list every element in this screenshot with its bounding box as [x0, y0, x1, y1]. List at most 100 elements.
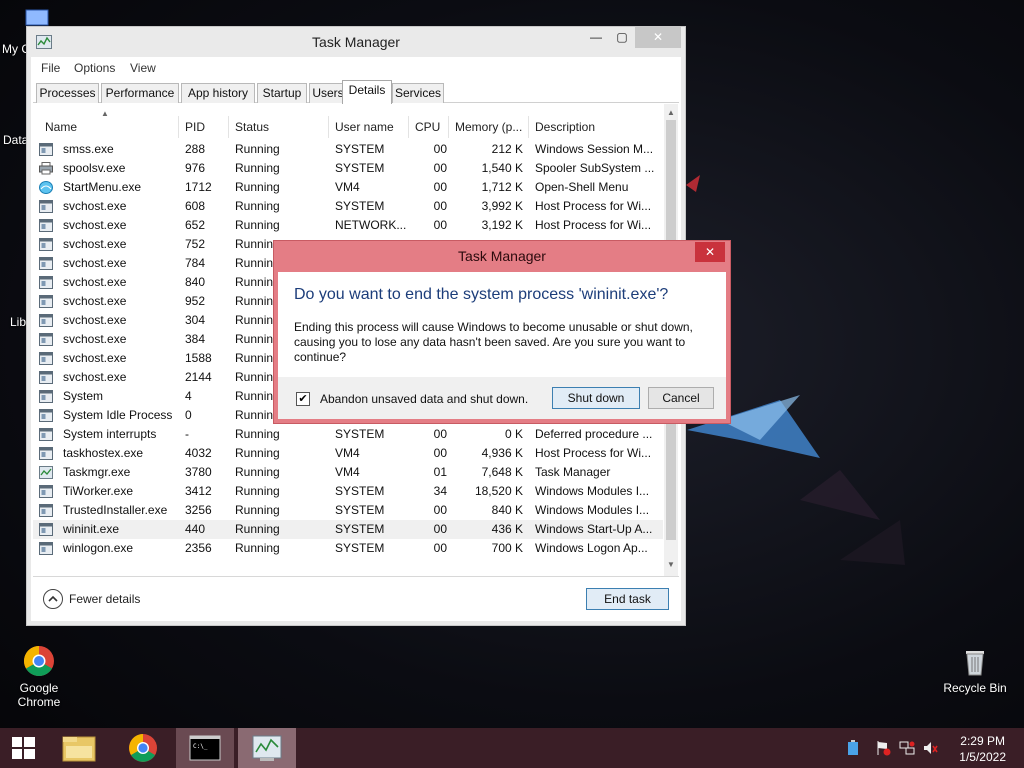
taskbar-command-prompt[interactable]: C:\_ — [176, 728, 234, 768]
cell-mem: 1,540 K — [481, 161, 523, 175]
cell-pid: 4032 — [185, 446, 212, 460]
cell-name: svchost.exe — [63, 313, 127, 327]
cell-status: Running — [235, 484, 280, 498]
title-bar[interactable]: Task Manager — ▢ ✕ — [27, 27, 685, 57]
taskbar-file-explorer[interactable] — [52, 728, 106, 768]
scroll-up-icon[interactable]: ▲ — [667, 108, 675, 117]
cell-mem: 212 K — [491, 142, 523, 156]
cell-name: svchost.exe — [63, 275, 127, 289]
cell-pid: 840 — [185, 275, 206, 289]
end-task-button[interactable]: End task — [586, 588, 669, 610]
menu-view[interactable]: View — [130, 61, 156, 75]
process-window-icon — [39, 238, 53, 251]
table-row[interactable]: taskhostex.exe 4032 Running VM4 00 4,936 K Hos… — [33, 444, 663, 463]
start-button[interactable] — [0, 728, 48, 768]
column-header-cpu[interactable]: CPU — [409, 116, 449, 138]
table-row[interactable]: winlogon.exe 2356 Running SYSTEM 00 700 K Wind… — [33, 539, 663, 558]
column-header-description[interactable]: Description — [529, 116, 663, 138]
cell-status: Running — [235, 142, 280, 156]
table-row[interactable]: StartMenu.exe 1712 Running VM4 00 1,712 K Open… — [33, 178, 663, 197]
clock-date: 1/5/2022 — [959, 750, 1006, 764]
chrome-icon — [23, 646, 54, 677]
end-process-dialog: Task Manager ✕ Do you want to end the sy… — [273, 240, 731, 424]
chevron-up-icon — [43, 589, 63, 609]
cancel-button[interactable]: Cancel — [648, 387, 714, 409]
table-row[interactable]: smss.exe 288 Running SYSTEM 00 212 K Windows S… — [33, 140, 663, 159]
cell-user: SYSTEM — [335, 199, 385, 213]
system-clock[interactable]: 2:29 PM 1/5/2022 — [959, 733, 1006, 765]
cell-pid: 1712 — [185, 180, 212, 194]
desktop-icon-chrome[interactable]: Google Chrome — [10, 645, 68, 709]
action-center-flag-icon[interactable] — [875, 740, 891, 756]
column-header-name[interactable]: Name — [39, 116, 179, 138]
cell-status: Running — [235, 161, 280, 175]
svg-text:C:\_: C:\_ — [193, 743, 208, 750]
table-row[interactable]: System interrupts - Running SYSTEM 00 0 K Defe… — [33, 425, 663, 444]
column-header-user[interactable]: User name — [329, 116, 409, 138]
process-window-icon — [39, 314, 53, 327]
taskbar-chrome[interactable] — [114, 728, 172, 768]
cell-name: TiWorker.exe — [63, 484, 134, 498]
cell-pid: 440 — [185, 522, 206, 536]
table-row[interactable]: svchost.exe 608 Running SYSTEM 00 3,992 K Host… — [33, 197, 663, 216]
cell-mem: 700 K — [491, 541, 523, 555]
table-row[interactable]: TrustedInstaller.exe 3256 Running SYSTEM 00 8… — [33, 501, 663, 520]
cell-name: Taskmgr.exe — [63, 465, 131, 479]
desktop-icon-recycle-bin[interactable]: Recycle Bin — [940, 645, 1010, 695]
taskbar-task-manager[interactable] — [238, 728, 296, 768]
footer-bar: Fewer details End task — [33, 576, 679, 621]
cell-desc: Windows Modules I... — [535, 484, 650, 498]
tab-processes[interactable]: Processes — [36, 83, 99, 103]
chrome-taskbar-icon — [129, 734, 157, 762]
abandon-data-checkbox[interactable]: ✔ — [296, 392, 310, 406]
cell-user: SYSTEM — [335, 522, 385, 536]
cell-user: SYSTEM — [335, 142, 385, 156]
tab-services[interactable]: Services — [392, 83, 444, 103]
table-row[interactable]: Taskmgr.exe 3780 Running VM4 01 7,648 K Task M… — [33, 463, 663, 482]
dialog-title: Task Manager — [458, 248, 546, 264]
scroll-down-icon[interactable]: ▼ — [667, 560, 675, 569]
cell-cpu: 00 — [433, 522, 447, 536]
cell-name: taskhostex.exe — [63, 446, 144, 460]
battery-icon[interactable] — [845, 740, 861, 756]
tab-details[interactable]: Details — [342, 80, 392, 104]
volume-muted-icon[interactable] — [922, 740, 938, 756]
tab-startup[interactable]: Startup — [257, 83, 307, 103]
column-header-memory[interactable]: Memory (p... — [449, 116, 529, 138]
cell-name: svchost.exe — [63, 237, 127, 251]
close-button[interactable]: ✕ — [635, 27, 681, 48]
cell-pid: 652 — [185, 218, 206, 232]
minimize-button[interactable]: — — [583, 27, 609, 48]
process-window-icon — [39, 352, 53, 365]
cell-mem: 436 K — [491, 522, 523, 536]
table-row[interactable]: TiWorker.exe 3412 Running SYSTEM 34 18,520 K W… — [33, 482, 663, 501]
shut-down-button[interactable]: Shut down — [552, 387, 640, 409]
column-header-pid[interactable]: PID — [179, 116, 229, 138]
menu-options[interactable]: Options — [74, 61, 115, 75]
cell-status: Running — [235, 218, 280, 232]
tab-app-history[interactable]: App history — [181, 83, 255, 103]
cell-desc: Task Manager — [535, 465, 611, 479]
network-icon[interactable] — [899, 740, 915, 756]
cell-pid: 3256 — [185, 503, 212, 517]
table-row[interactable]: wininit.exe 440 Running SYSTEM 00 436 K Window… — [33, 520, 663, 539]
abandon-data-label[interactable]: Abandon unsaved data and shut down. — [320, 392, 528, 406]
cell-status: Running — [235, 199, 280, 213]
cell-status: Running — [235, 541, 280, 555]
cell-status: Running — [235, 446, 280, 460]
desktop-label-libraries: Lib — [10, 315, 27, 329]
column-header-status[interactable]: Status — [229, 116, 329, 138]
cell-cpu: 00 — [433, 142, 447, 156]
taskbar: C:\_ 2:29 PM 1/5/2022 — [0, 728, 1024, 768]
table-row[interactable]: spoolsv.exe 976 Running SYSTEM 00 1,540 K Spoo… — [33, 159, 663, 178]
cell-desc: Host Process for Wi... — [535, 199, 652, 213]
maximize-button[interactable]: ▢ — [609, 27, 635, 48]
menu-bar: File Options View — [33, 57, 679, 79]
dialog-close-button[interactable]: ✕ — [695, 242, 725, 262]
menu-file[interactable]: File — [41, 61, 60, 75]
desktop-label-data: Data — [3, 133, 29, 147]
table-row[interactable]: svchost.exe 652 Running NETWORK... 00 3,192 K… — [33, 216, 663, 235]
cell-pid: 1588 — [185, 351, 212, 365]
tab-performance[interactable]: Performance — [101, 83, 179, 103]
cell-pid: 752 — [185, 237, 206, 251]
